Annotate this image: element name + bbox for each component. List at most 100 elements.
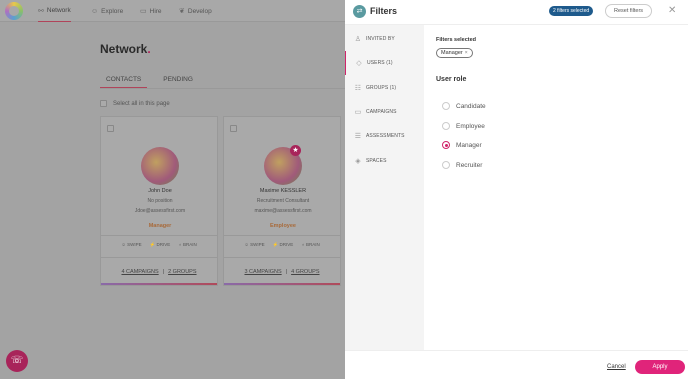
- contact-role: Employee: [270, 223, 296, 229]
- sidebar-item-label: CAMPAIGNS: [366, 109, 397, 115]
- card-checkbox[interactable]: [107, 125, 114, 132]
- network-tabs: CONTACTS PENDING: [100, 74, 199, 88]
- card-accent-bar: [224, 283, 340, 285]
- nav-develop-label: Develop: [187, 7, 212, 15]
- selected-filter-chip[interactable]: Manager ×: [436, 48, 473, 58]
- user-icon: ♙: [354, 36, 362, 43]
- campaigns-link[interactable]: 4 CAMPAIGNS: [121, 269, 158, 275]
- list-icon: ☰: [354, 133, 362, 140]
- card-divider: [101, 257, 217, 258]
- sidebar-item-campaigns[interactable]: ▭ CAMPAIGNS: [345, 100, 424, 124]
- drive-tool[interactable]: ⚡ DRIVE: [150, 242, 171, 248]
- sidebar-item-invited-by[interactable]: ♙ INVITED BY: [345, 27, 424, 51]
- role-option-recruiter[interactable]: Recruiter: [442, 161, 482, 169]
- sidebar-item-label: GROUPS (1): [366, 85, 397, 91]
- card-tools: ☺ SWIPE ⚡ DRIVE ♁ BRAIN: [101, 242, 217, 248]
- tab-pending[interactable]: PENDING: [157, 74, 199, 88]
- campaigns-link[interactable]: 3 CAMPAIGNS: [244, 269, 281, 275]
- role-option-label: Recruiter: [456, 161, 483, 169]
- page-title: Network.: [100, 42, 151, 56]
- card-divider: [224, 257, 340, 258]
- sidebar-item-label: INVITED BY: [366, 36, 395, 42]
- swipe-icon: ☺: [121, 242, 126, 247]
- role-option-candidate[interactable]: Candidate: [442, 102, 486, 110]
- help-button[interactable]: ☏: [6, 350, 28, 372]
- swipe-icon: ☺: [244, 242, 249, 247]
- sidebar-item-label: USERS (1): [367, 60, 393, 66]
- radio-button[interactable]: [442, 161, 450, 169]
- filters-footer: Cancel Apply: [345, 350, 688, 379]
- swipe-tool[interactable]: ☺ SWIPE: [244, 242, 264, 248]
- contact-card[interactable]: ★ Maxime KESSLER Recruitment Consultant …: [223, 116, 341, 286]
- nav-network[interactable]: ⚯ Network: [38, 0, 71, 22]
- user-role-title: User role: [436, 76, 467, 83]
- contact-position: No position: [147, 198, 173, 204]
- tag-icon: ◇: [356, 60, 362, 67]
- role-option-label: Candidate: [456, 102, 486, 110]
- groups-link[interactable]: 4 GROUPS: [291, 269, 319, 275]
- role-option-manager[interactable]: Manager: [442, 141, 482, 149]
- brain-icon: ♁: [178, 242, 182, 247]
- radio-button[interactable]: [442, 122, 450, 130]
- card-tools: ☺ SWIPE ⚡ DRIVE ♁ BRAIN: [224, 242, 340, 248]
- nav-develop[interactable]: ❦ Develop: [179, 0, 212, 22]
- sidebar-item-assessments[interactable]: ☰ ASSESSMENTS: [345, 124, 424, 148]
- card-divider: [224, 235, 340, 236]
- briefcase-icon: ▭: [140, 8, 147, 15]
- nav-hire-label: Hire: [149, 7, 162, 15]
- select-all-row[interactable]: Select all in this page: [100, 100, 170, 107]
- reset-filters-button[interactable]: Reset filters: [605, 4, 653, 18]
- contact-email: Jdoe@assessfirst.com: [134, 208, 186, 214]
- swipe-tool[interactable]: ☺ SWIPE: [121, 242, 141, 248]
- filters-selected-title: Filters selected: [436, 37, 477, 43]
- select-all-checkbox[interactable]: [100, 100, 107, 107]
- filters-title: Filters: [370, 6, 398, 16]
- app-logo[interactable]: [5, 2, 23, 20]
- contact-name[interactable]: Maxime KESSLER: [224, 188, 342, 194]
- contact-email: maxime@assessfirst.com: [254, 208, 312, 214]
- tabs-divider: [100, 88, 345, 89]
- sidebar-item-spaces[interactable]: ◈ SPACES: [345, 149, 424, 173]
- filter-icon: ⇄: [353, 5, 366, 18]
- close-icon[interactable]: ✕: [668, 5, 676, 16]
- remove-chip-icon[interactable]: ×: [465, 50, 468, 56]
- apply-button[interactable]: Apply: [635, 360, 685, 374]
- radio-button[interactable]: [442, 102, 450, 110]
- brain-tool[interactable]: ♁ BRAIN: [178, 242, 196, 248]
- groups-link[interactable]: 2 GROUPS: [168, 269, 196, 275]
- top-navbar: ⚯ Network ☺ Explore ▭ Hire ❦ Develop: [0, 0, 345, 22]
- card-divider: [101, 235, 217, 236]
- cancel-button[interactable]: Cancel: [607, 364, 626, 370]
- role-option-label: Manager: [456, 141, 482, 149]
- contact-name[interactable]: John Doe: [101, 188, 219, 194]
- filters-sidebar: ♙ INVITED BY ◇ USERS (1) ☷ GROUPS (1) ▭ …: [345, 25, 424, 350]
- filters-panel: ⇄ Filters 2 filters selected Reset filte…: [345, 0, 688, 379]
- group-icon: ☷: [354, 85, 362, 92]
- sidebar-item-label: SPACES: [366, 158, 387, 164]
- drive-icon: ⚡: [149, 242, 156, 247]
- card-links: 3 CAMPAIGNS | 4 GROUPS: [244, 269, 320, 275]
- role-option-employee[interactable]: Employee: [442, 122, 485, 130]
- card-checkbox[interactable]: [230, 125, 237, 132]
- layers-icon: ◈: [355, 158, 361, 165]
- seedling-icon: ❦: [179, 8, 185, 15]
- contact-position: Recruitment Consultant: [256, 198, 310, 204]
- role-option-label: Employee: [456, 122, 485, 130]
- nav-hire[interactable]: ▭ Hire: [140, 0, 162, 22]
- users-icon: ☺: [91, 7, 99, 15]
- select-all-label: Select all in this page: [113, 100, 170, 107]
- sidebar-item-users[interactable]: ◇ USERS (1): [345, 51, 424, 75]
- brain-icon: ♁: [301, 242, 305, 247]
- filters-content: Filters selected Manager × User role Can…: [424, 25, 688, 350]
- star-icon: ★: [290, 145, 301, 156]
- nav-network-label: Network: [46, 7, 71, 14]
- drive-tool[interactable]: ⚡ DRIVE: [273, 242, 294, 248]
- brain-tool[interactable]: ♁ BRAIN: [301, 242, 319, 248]
- radio-button-selected[interactable]: [442, 141, 450, 149]
- nav-explore[interactable]: ☺ Explore: [91, 0, 123, 22]
- tab-contacts[interactable]: CONTACTS: [100, 74, 148, 88]
- contact-card[interactable]: John Doe No position Jdoe@assessfirst.co…: [100, 116, 218, 286]
- network-icon: ⚯: [38, 7, 44, 15]
- sidebar-item-groups[interactable]: ☷ GROUPS (1): [345, 76, 424, 100]
- chip-label: Manager: [441, 50, 463, 56]
